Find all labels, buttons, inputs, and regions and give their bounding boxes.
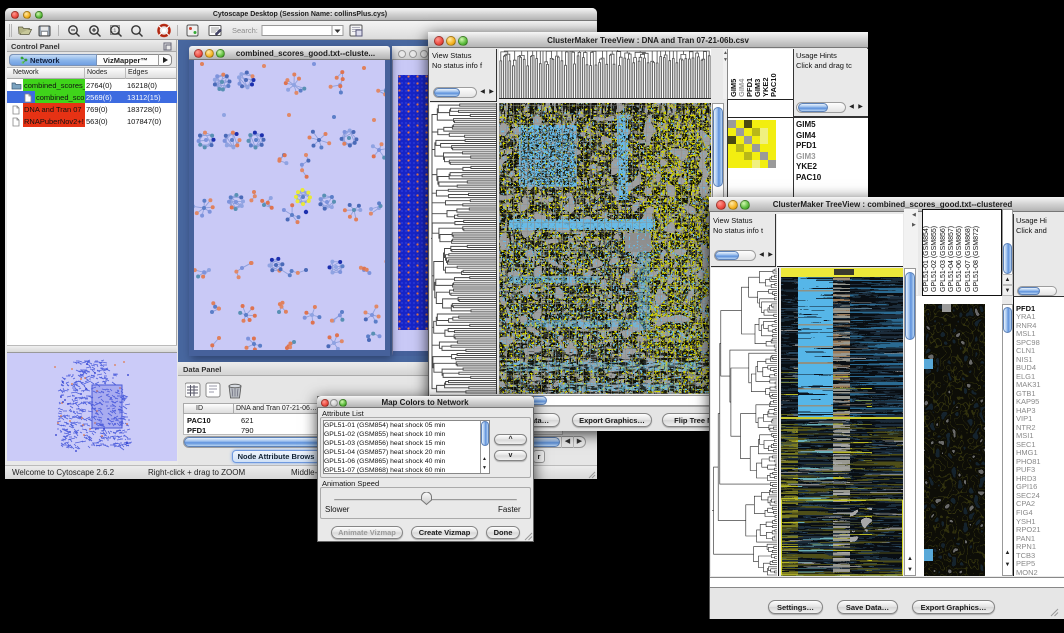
svg-text:Search:: Search:: [232, 26, 258, 35]
svg-text:1:1: 1:1: [110, 28, 117, 33]
